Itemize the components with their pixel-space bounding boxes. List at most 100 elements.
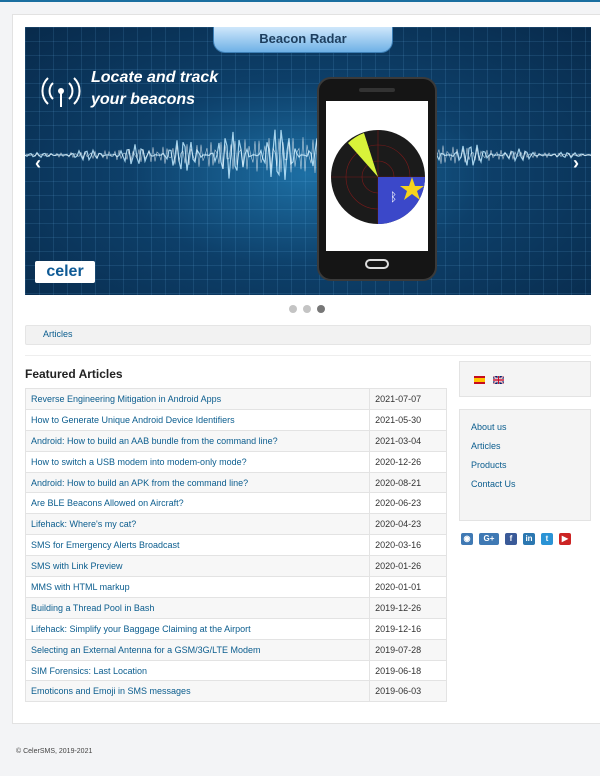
footer-copyright: © CelerSMS, 2019-2021 [16,748,93,755]
language-selector [459,361,591,397]
article-link[interactable]: Are BLE Beacons Allowed on Aircraft? [31,498,184,508]
article-date: 2020-03-16 [369,534,447,557]
article-link[interactable]: Lifehack: Where's my cat? [31,519,136,529]
carousel-next-arrow[interactable]: › [573,153,579,174]
sound-wave-graphic [25,129,591,185]
article-date: 2019-06-03 [369,680,447,703]
article-link[interactable]: Reverse Engineering Mitigation in Androi… [31,394,221,404]
article-link[interactable]: SIM Forensics: Last Location [31,666,147,676]
article-link[interactable]: Building a Thread Pool in Bash [31,603,154,613]
article-date: 2020-08-21 [369,471,447,494]
table-row: Emoticons and Emoji in SMS messages 2019-… [24,680,447,703]
google-plus-icon[interactable]: G+ [479,533,499,545]
article-date: 2020-01-01 [369,576,447,598]
article-title-cell: Building a Thread Pool in Bash [24,596,371,619]
table-row: Lifehack: Simplify your Baggage Claiming… [24,617,447,640]
article-date: 2019-06-18 [369,659,447,682]
carousel-indicators [289,305,325,313]
article-title-cell: SMS for Emergency Alerts Broadcast [24,534,371,557]
article-title-cell: How to switch a USB modem into modem-onl… [24,450,371,473]
article-link[interactable]: Lifehack: Simplify your Baggage Claiming… [31,624,251,634]
headline-line-2: your beacons [91,91,196,108]
article-link[interactable]: SMS with Link Preview [31,561,123,571]
article-date: 2020-04-23 [369,513,447,536]
article-link[interactable]: Android: How to build an AAB bundle from… [31,436,278,446]
menu-item-products[interactable]: Products [471,460,507,470]
table-row: Android: How to build an AAB bundle from… [24,429,447,452]
article-link[interactable]: SMS for Emergency Alerts Broadcast [31,540,180,550]
facebook-icon[interactable]: f [505,533,517,545]
table-row: SMS for Emergency Alerts Broadcast 2020-0… [24,534,447,557]
article-title-cell: Android: How to build an APK from the co… [24,471,371,494]
radar-icon: ᛒ [331,130,425,224]
table-row: Building a Thread Pool in Bash 2019-12-26 [24,596,447,619]
broadcast-antenna-icon [41,77,81,107]
table-row: SIM Forensics: Last Location 2019-06-18 [24,659,447,682]
top-accent-bar [0,0,600,2]
article-date: 2020-01-26 [369,555,447,578]
banner-headline: Locate and track your beacons [91,67,218,111]
carousel-prev-arrow[interactable]: ‹ [35,153,41,174]
table-row: Reverse Engineering Mitigation in Androi… [24,388,447,410]
carousel-dot-2[interactable] [303,305,311,313]
article-title-cell: Lifehack: Where's my cat? [24,513,371,536]
divider [25,355,591,356]
phone-home-button [365,259,389,269]
article-title-cell: How to Generate Unique Android Device Id… [24,408,371,431]
article-date: 2021-03-04 [369,429,447,452]
table-row: Android: How to build an APK from the co… [24,471,447,494]
carousel-dot-1[interactable] [289,305,297,313]
article-date: 2020-12-26 [369,450,447,473]
table-row: SMS with Link Preview 2020-01-26 [24,555,447,578]
article-date: 2019-12-16 [369,617,447,640]
youtube-icon[interactable]: ▶ [559,533,571,545]
table-row: Are BLE Beacons Allowed on Aircraft? 2020… [24,492,447,515]
article-title-cell: MMS with HTML markup [24,576,371,598]
article-title-cell: Are BLE Beacons Allowed on Aircraft? [24,492,371,515]
svg-text:ᛒ: ᛒ [390,190,397,204]
table-row: Selecting an External Antenna for a GSM/… [24,638,447,661]
article-link[interactable]: How to Generate Unique Android Device Id… [31,415,235,425]
menu-item-about-us[interactable]: About us [471,422,507,432]
menu-item-articles[interactable]: Articles [471,441,501,451]
article-date: 2020-06-23 [369,492,447,515]
breadcrumb: Articles [25,325,591,345]
table-row: How to switch a USB modem into modem-onl… [24,450,447,473]
article-date: 2021-07-07 [369,388,447,410]
article-link[interactable]: Android: How to build an APK from the co… [31,478,248,488]
smartphone-graphic: ᛒ [317,77,437,281]
social-links: ◉ G+ f in t ▶ [461,533,571,545]
side-menu: About us Articles Products Contact Us [459,409,591,521]
hero-carousel[interactable]: Beacon Radar Locate and track your beaco… [25,27,591,295]
linkedin-icon[interactable]: in [523,533,535,545]
article-title-cell: Selecting an External Antenna for a GSM/… [24,638,371,661]
headline-line-1: Locate and track [91,69,219,86]
breadcrumb-articles-link[interactable]: Articles [43,329,73,339]
article-title-cell: Emoticons and Emoji in SMS messages [24,680,371,703]
article-date: 2019-07-28 [369,638,447,661]
table-row: Lifehack: Where's my cat? 2020-04-23 [24,513,447,536]
featured-articles-heading: Featured Articles [25,367,123,381]
table-row: MMS with HTML markup 2020-01-01 [24,576,447,598]
twitter-icon[interactable]: t [541,533,553,545]
uk-flag-icon[interactable] [493,376,504,384]
celer-logo: celer [35,261,95,283]
article-link[interactable]: MMS with HTML markup [31,582,130,592]
phone-speaker [359,88,395,92]
table-row: How to Generate Unique Android Device Id… [24,408,447,431]
article-link[interactable]: How to switch a USB modem into modem-onl… [31,457,247,467]
article-title-cell: SIM Forensics: Last Location [24,659,371,682]
article-title-cell: SMS with Link Preview [24,555,371,578]
phone-screen: ᛒ [326,101,428,251]
carousel-dot-3[interactable] [317,305,325,313]
menu-item-contact-us[interactable]: Contact Us [471,479,516,489]
spain-flag-icon[interactable] [474,376,485,384]
article-link[interactable]: Emoticons and Emoji in SMS messages [31,686,191,696]
rss-icon[interactable]: ◉ [461,533,473,545]
article-link[interactable]: Selecting an External Antenna for a GSM/… [31,645,260,655]
article-title-cell: Reverse Engineering Mitigation in Androi… [24,388,371,410]
article-date: 2021-05-30 [369,408,447,431]
banner-tab-title: Beacon Radar [213,27,393,53]
article-title-cell: Lifehack: Simplify your Baggage Claiming… [24,617,371,640]
page-container: Beacon Radar Locate and track your beaco… [12,14,600,724]
